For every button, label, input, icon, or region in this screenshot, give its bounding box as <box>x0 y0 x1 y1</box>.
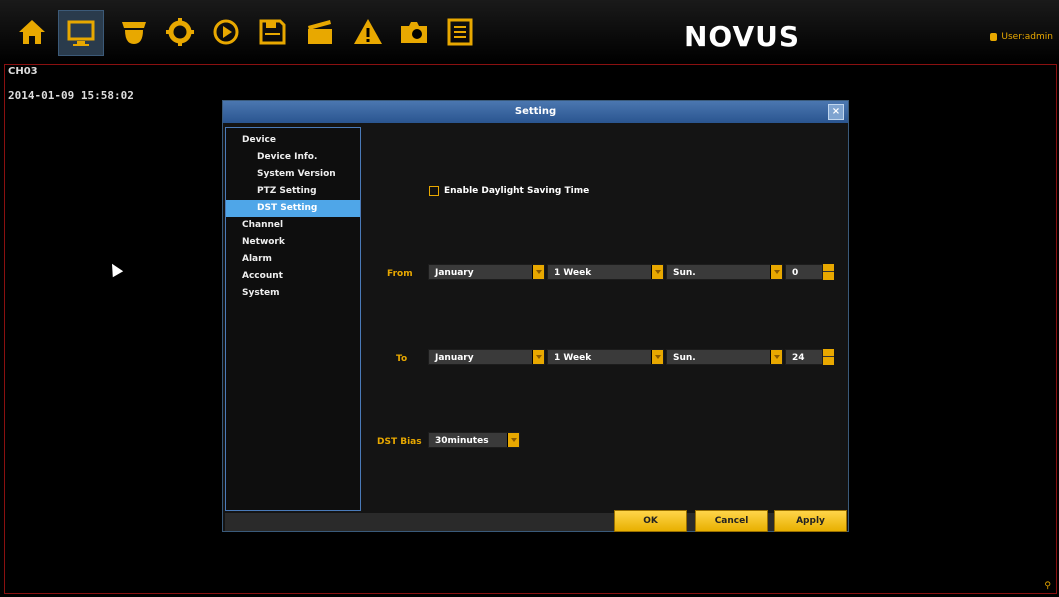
ok-button[interactable]: OK <box>614 510 687 532</box>
current-user[interactable]: User:admin <box>990 32 1053 42</box>
from-label: From <box>387 269 413 279</box>
enable-dst-checkbox[interactable] <box>429 186 439 196</box>
to-hour-stepper[interactable] <box>823 349 834 365</box>
user-icon <box>990 33 998 41</box>
enable-dst-label: Enable Daylight Saving Time <box>444 186 590 196</box>
gear-icon[interactable] <box>160 12 200 52</box>
from-week-select[interactable]: 1 Week <box>547 264 664 280</box>
snapshot-icon[interactable] <box>394 12 434 52</box>
log-icon[interactable] <box>440 12 480 52</box>
tree-item-network[interactable]: Network <box>226 234 360 251</box>
chevron-down-icon[interactable] <box>532 265 544 279</box>
to-hour-input[interactable]: 24 <box>785 349 823 365</box>
from-week-value: 1 Week <box>554 268 592 278</box>
dialog-titlebar: Setting × <box>223 101 848 123</box>
from-month-select[interactable]: January <box>428 264 545 280</box>
from-hour-stepper[interactable] <box>823 264 834 280</box>
cancel-button[interactable]: Cancel <box>695 510 768 532</box>
to-day-select[interactable]: Sun. <box>666 349 783 365</box>
record-icon[interactable] <box>300 12 340 52</box>
osd-datetime: 2014-01-09 15:58:02 <box>8 89 134 102</box>
main-toolbar: NOVUS User:admin <box>0 0 1059 62</box>
tree-item-device[interactable]: Device <box>226 132 360 149</box>
tree-item-account[interactable]: Account <box>226 268 360 285</box>
chevron-down-icon[interactable] <box>770 350 782 364</box>
dialog-title: Setting <box>514 106 557 117</box>
tree-item-system[interactable]: System <box>226 285 360 302</box>
tree-item-ptz-setting[interactable]: PTZ Setting <box>226 183 360 200</box>
chevron-down-icon[interactable] <box>507 433 519 447</box>
tree-item-alarm[interactable]: Alarm <box>226 251 360 268</box>
chevron-down-icon[interactable] <box>532 350 544 364</box>
dst-settings-panel: Enable Daylight Saving Time From January… <box>363 127 847 511</box>
to-day-value: Sun. <box>673 353 696 363</box>
to-week-select[interactable]: 1 Week <box>547 349 664 365</box>
dst-bias-value: 30minutes <box>435 436 489 446</box>
home-icon[interactable] <box>12 12 52 52</box>
to-label: To <box>396 354 408 364</box>
camera-dome-icon[interactable] <box>114 12 154 52</box>
enable-dst-option[interactable]: Enable Daylight Saving Time <box>429 186 589 196</box>
dst-bias-select[interactable]: 30minutes <box>428 432 520 448</box>
settings-tree: Device Device Info. System Version PTZ S… <box>225 127 361 511</box>
dst-bias-label: DST Bias <box>377 437 422 447</box>
tree-item-dst-setting[interactable]: DST Setting <box>226 200 360 217</box>
channel-label: CH03 <box>8 66 38 77</box>
to-week-value: 1 Week <box>554 353 592 363</box>
tree-item-device-info[interactable]: Device Info. <box>226 149 360 166</box>
chevron-down-icon[interactable] <box>770 265 782 279</box>
brand-logo: NOVUS <box>684 20 801 53</box>
play-icon[interactable] <box>206 12 246 52</box>
to-month-select[interactable]: January <box>428 349 545 365</box>
from-month-value: January <box>435 268 474 278</box>
from-day-select[interactable]: Sun. <box>666 264 783 280</box>
to-month-value: January <box>435 353 474 363</box>
monitor-icon[interactable] <box>58 10 104 56</box>
from-hour-value: 0 <box>792 268 799 278</box>
chevron-down-icon[interactable] <box>651 265 663 279</box>
zoom-icon[interactable]: ⚲ <box>1044 581 1051 591</box>
save-icon[interactable] <box>252 12 292 52</box>
user-label: User:admin <box>1001 32 1053 42</box>
chevron-down-icon[interactable] <box>651 350 663 364</box>
to-hour-value: 24 <box>792 353 805 363</box>
apply-button[interactable]: Apply <box>774 510 847 532</box>
from-hour-input[interactable]: 0 <box>785 264 823 280</box>
close-icon[interactable]: × <box>828 104 844 120</box>
alarm-icon[interactable] <box>348 12 388 52</box>
from-day-value: Sun. <box>673 268 696 278</box>
setting-dialog: Setting × Device Device Info. System Ver… <box>222 100 849 532</box>
tree-item-system-version[interactable]: System Version <box>226 166 360 183</box>
tree-item-channel[interactable]: Channel <box>226 217 360 234</box>
